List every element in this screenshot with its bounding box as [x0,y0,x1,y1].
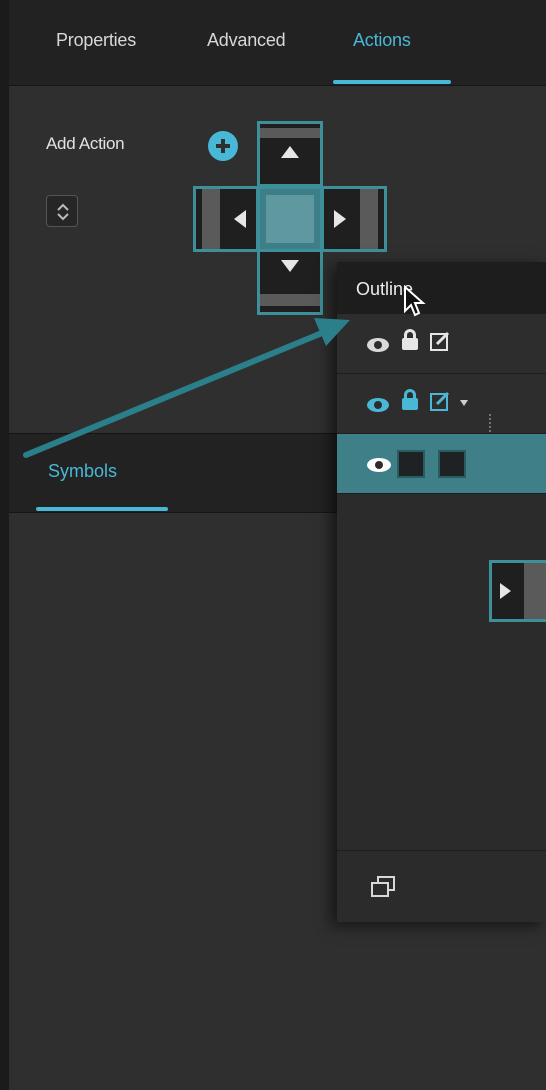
dpad-right-button-ghost[interactable] [489,560,546,622]
up-bar [260,128,320,138]
checkbox-icon[interactable] [438,450,466,478]
right-bar [360,189,378,249]
outline-footer [337,850,546,922]
plus-circle-icon[interactable] [208,131,238,161]
dpad-down-button[interactable] [257,249,323,315]
eye-icon[interactable] [367,338,389,352]
active-tab-indicator [333,80,451,84]
arrow-right-icon [500,583,511,599]
tab-properties[interactable]: Properties [56,30,136,51]
eye-icon[interactable] [366,456,392,474]
outline-header: Outline [337,262,546,314]
outline-row[interactable] [337,374,546,446]
arrow-right-icon [334,210,346,228]
arrow-up-icon [281,146,299,158]
arrow-left-icon [234,210,246,228]
tab-symbols[interactable]: Symbols [48,461,117,482]
symbols-tab-indicator [36,507,168,511]
lock-icon[interactable] [402,398,418,410]
dpad-center-button[interactable] [257,186,323,252]
outline-row-selected[interactable] [337,434,546,494]
left-bar [202,189,220,249]
eye-icon[interactable] [367,398,389,412]
mouse-cursor-icon [404,285,426,317]
left-edge-strip [0,0,9,1090]
lock-icon[interactable] [402,338,418,350]
disclosure-triangle-icon[interactable] [459,398,469,408]
right-bar [524,563,546,619]
add-action-label: Add Action [46,134,125,153]
tab-actions[interactable]: Actions [353,30,411,51]
up-down-chevron-icon[interactable] [46,195,78,227]
checkbox-icon[interactable] [397,450,425,478]
dpad-left-button[interactable] [193,186,259,252]
arrow-down-icon [281,260,299,272]
edit-icon[interactable] [429,390,451,412]
down-bar [260,294,320,306]
edit-icon[interactable] [429,330,451,352]
outline-row[interactable] [337,314,546,374]
dpad-up-button[interactable] [257,121,323,187]
duplicate-windows-icon[interactable] [370,875,396,899]
dpad-right-button[interactable] [321,186,387,252]
tab-advanced[interactable]: Advanced [207,30,286,51]
